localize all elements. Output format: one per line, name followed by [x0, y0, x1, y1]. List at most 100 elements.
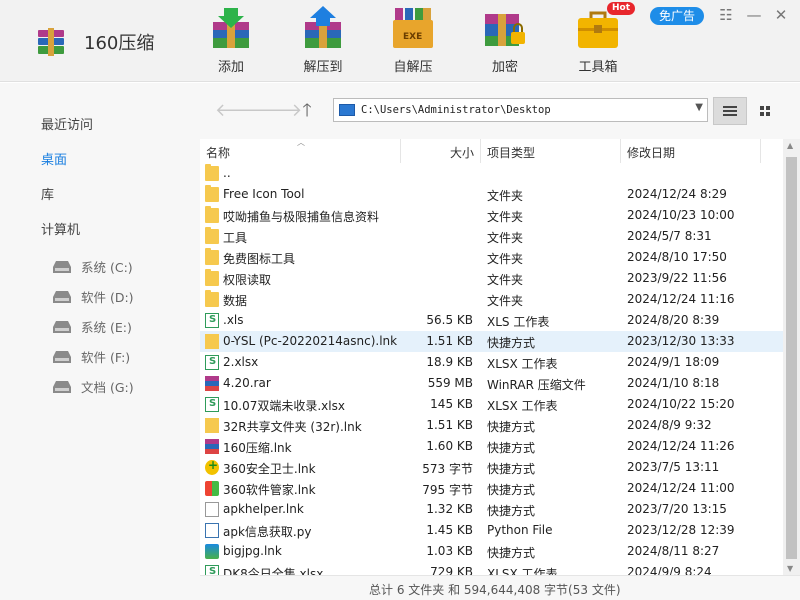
add-button[interactable]: 添加: [196, 4, 266, 75]
sidebar-item-recent[interactable]: 最近访问: [41, 114, 93, 133]
file-date: 2023/7/5 13:11: [627, 460, 720, 474]
folder-icon: [205, 290, 219, 307]
file-date: 2024/1/10 8:18: [627, 376, 720, 390]
column-name[interactable]: 名称: [206, 144, 230, 161]
file-row[interactable]: 权限读取 文件夹 2023/9/22 11:56: [200, 268, 783, 289]
sidebar-item-library[interactable]: 库: [41, 184, 54, 203]
spreadsheet-icon: [205, 313, 219, 328]
app-title: 160压缩: [84, 33, 155, 54]
file-row[interactable]: apk信息获取.py 1.45 KB Python File 2023/12/28 1…: [200, 520, 783, 541]
file-type: WinRAR 压缩文件: [487, 378, 586, 392]
file-type: 文件夹: [487, 189, 524, 203]
archive-icon: [205, 439, 219, 454]
file-name: 数据: [223, 294, 248, 308]
hard-drive-icon: [53, 260, 71, 273]
drive-label: 软件 (F:): [81, 350, 131, 365]
minimize-icon[interactable]: —: [744, 5, 764, 25]
file-row[interactable]: DK8今日全集.xlsx 729 KB XLSX 工作表 2024/9/9 8:24: [200, 562, 783, 575]
sidebar-item-computer[interactable]: 计算机: [41, 219, 80, 238]
file-row[interactable]: 工具 文件夹 2024/5/7 8:31: [200, 226, 783, 247]
encrypt-button[interactable]: 加密: [470, 4, 540, 75]
back-arrow-icon[interactable]: 🡐: [215, 99, 263, 123]
drive-d[interactable]: 软件 (D:): [53, 287, 134, 306]
file-date: 2024/9/9 8:24: [627, 565, 712, 575]
file-row[interactable]: ..: [200, 163, 783, 184]
scroll-thumb[interactable]: [786, 157, 797, 559]
column-size[interactable]: 大小: [450, 144, 474, 161]
file-name: DK8今日全集.xlsx: [223, 567, 324, 575]
file-row[interactable]: bigjpg.lnk 1.03 KB 快捷方式 2024/8/11 8:27: [200, 541, 783, 562]
file-row[interactable]: 免费图标工具 文件夹 2024/8/10 17:50: [200, 247, 783, 268]
file-date: 2024/10/22 15:20: [627, 397, 735, 411]
file-row[interactable]: 哎呦捕鱼与极限捕鱼信息资料 文件夹 2024/10/23 10:00: [200, 205, 783, 226]
column-date[interactable]: 修改日期: [627, 144, 675, 161]
column-type[interactable]: 项目类型: [487, 144, 535, 161]
column-divider[interactable]: [400, 139, 401, 163]
file-row[interactable]: 360软件管家.lnk 795 字节 快捷方式 2024/12/24 11:00: [200, 478, 783, 499]
file-name: ..: [223, 166, 231, 180]
close-icon[interactable]: ✕: [771, 5, 791, 25]
file-type: 文件夹: [487, 294, 524, 308]
file-row[interactable]: 32R共享文件夹 (32r).lnk 1.51 KB 快捷方式 2024/8/9 9:…: [200, 415, 783, 436]
hot-badge: Hot: [607, 2, 636, 15]
file-date: 2024/12/24 11:26: [627, 439, 735, 453]
file-row[interactable]: 4.20.rar 559 MB WinRAR 压缩文件 2024/1/10 8:18: [200, 373, 783, 394]
drive-g[interactable]: 文档 (G:): [53, 377, 134, 396]
exe-package-icon: EXE: [391, 6, 435, 50]
file-type: XLSX 工作表: [487, 357, 558, 371]
list-view-button[interactable]: [713, 97, 747, 125]
column-divider[interactable]: [620, 139, 621, 163]
column-divider[interactable]: [760, 139, 761, 163]
vertical-scrollbar[interactable]: ▲ ▼: [783, 139, 800, 575]
self-extract-button[interactable]: EXE 自解压: [378, 4, 448, 75]
file-name: 360安全卫士.lnk: [223, 462, 316, 476]
file-row[interactable]: apkhelper.lnk 1.32 KB 快捷方式 2023/7/20 13:15: [200, 499, 783, 520]
file-size: 1.32 KB: [426, 502, 473, 516]
file-date: 2023/7/20 13:15: [627, 502, 727, 516]
file-type: XLSX 工作表: [487, 399, 558, 413]
file-row[interactable]: 360安全卫士.lnk 573 字节快捷方式 2023/7/5 13:11: [200, 457, 783, 478]
hard-drive-icon: [53, 290, 71, 303]
file-row[interactable]: .xls 56.5 KB XLS 工作表 2024/8/20 8:39: [200, 310, 783, 331]
chevron-down-icon[interactable]: ▼: [695, 102, 703, 113]
extract-to-button[interactable]: 解压到: [288, 4, 358, 75]
file-name: 2.xlsx: [223, 355, 259, 369]
file-name: 哎呦捕鱼与极限捕鱼信息资料: [223, 210, 380, 224]
add-archive-icon: [209, 6, 253, 50]
hard-drive-icon: [53, 350, 71, 363]
address-text: C:\Users\Administrator\Desktop: [361, 104, 551, 116]
file-name: 权限读取: [223, 273, 272, 287]
file-row[interactable]: 2.xlsx 18.9 KB XLSX 工作表 2024/9/1 18:09: [200, 352, 783, 373]
navigation-bar: 🡐 🡒 🡑 C:\Users\Administrator\Desktop ▼: [200, 83, 800, 139]
file-type: 快捷方式: [487, 420, 536, 434]
file-row[interactable]: 数据 文件夹 2024/12/24 11:16: [200, 289, 783, 310]
remove-ads-button[interactable]: 免广告: [650, 7, 704, 25]
file-row[interactable]: 0-YSL (Pc-20220214asnc).lnk 1.51 KB 快捷方式 20…: [200, 331, 783, 352]
hard-drive-icon: [53, 380, 71, 393]
file-type: 快捷方式: [487, 441, 536, 455]
drive-c[interactable]: 系统 (C:): [53, 257, 133, 276]
menu-grid-icon[interactable]: ☷: [716, 5, 736, 25]
extract-to-label: 解压到: [303, 60, 343, 75]
drive-e[interactable]: 系统 (E:): [53, 317, 132, 336]
file-name: bigjpg.lnk: [223, 544, 282, 558]
file-size: 573 字节: [422, 462, 473, 476]
column-divider[interactable]: [480, 139, 481, 163]
file-date: 2024/9/1 18:09: [627, 355, 720, 369]
file-row[interactable]: Free Icon Tool 文件夹 2024/12/24 8:29: [200, 184, 783, 205]
sidebar-item-desktop[interactable]: 桌面: [41, 149, 67, 168]
file-size: 56.5 KB: [426, 313, 473, 327]
file-row[interactable]: 10.07双端未收录.xlsx 145 KB XLSX 工作表 2024/10/22 …: [200, 394, 783, 415]
up-arrow-icon[interactable]: 🡑: [295, 99, 319, 123]
forward-arrow-icon[interactable]: 🡒: [254, 99, 302, 123]
scroll-up-icon[interactable]: ▲: [787, 141, 793, 150]
scroll-down-icon[interactable]: ▼: [787, 564, 793, 573]
file-row[interactable]: 160压缩.lnk 1.60 KB 快捷方式 2024/12/24 11:26: [200, 436, 783, 457]
address-bar[interactable]: C:\Users\Administrator\Desktop ▼: [333, 98, 708, 122]
grid-view-button[interactable]: [748, 97, 782, 125]
drive-f[interactable]: 软件 (F:): [53, 347, 130, 366]
file-type: 快捷方式: [487, 546, 536, 560]
file-name: 免费图标工具: [223, 252, 296, 266]
exe-badge-text: EXE: [403, 32, 423, 42]
sort-ascending-icon: ︿: [297, 139, 305, 147]
